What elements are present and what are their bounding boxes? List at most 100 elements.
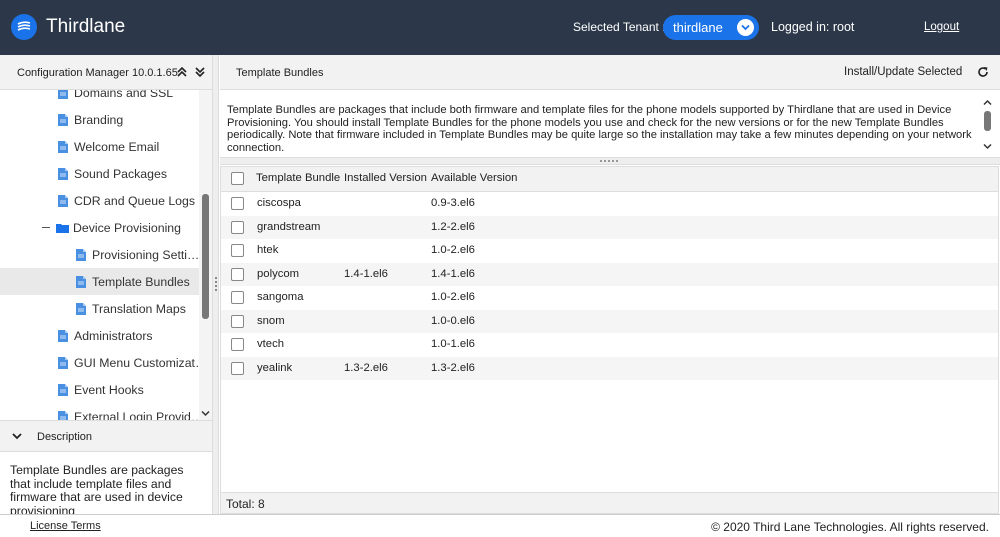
tree-item[interactable]: CDR and Queue Logs bbox=[0, 187, 199, 214]
page-footer: License Terms © 2020 Third Lane Technolo… bbox=[0, 514, 1000, 537]
table-row[interactable]: ciscospa 0.9-3.el6 bbox=[221, 192, 998, 216]
column-header-bundle[interactable]: Template Bundle bbox=[256, 172, 340, 184]
folder-icon bbox=[56, 223, 69, 233]
document-icon bbox=[76, 248, 86, 261]
table-row[interactable]: grandstream 1.2-2.el6 bbox=[221, 215, 998, 239]
intro-text: Template Bundles are packages that inclu… bbox=[227, 104, 972, 154]
tenant-select[interactable]: thirdlane bbox=[663, 15, 759, 40]
expand-all-icon[interactable] bbox=[195, 66, 205, 78]
document-icon bbox=[58, 410, 68, 420]
available-version: 1.0-2.el6 bbox=[431, 244, 475, 256]
tree-item[interactable]: Domains and SSL bbox=[0, 90, 199, 106]
tree-item-label: Device Provisioning bbox=[73, 220, 181, 235]
row-checkbox[interactable] bbox=[231, 338, 244, 351]
installed-version: 1.4-1.el6 bbox=[344, 267, 388, 280]
scroll-down-icon[interactable] bbox=[983, 143, 992, 150]
document-icon bbox=[58, 167, 68, 180]
tree-item[interactable]: Welcome Email bbox=[0, 133, 199, 160]
available-version: 1.0-1.el6 bbox=[431, 338, 475, 350]
collapse-all-icon[interactable] bbox=[177, 66, 187, 78]
row-checkbox[interactable] bbox=[231, 197, 244, 210]
available-version: 1.0-2.el6 bbox=[431, 291, 475, 303]
table-row[interactable]: snom 1.0-0.el6 bbox=[221, 309, 998, 333]
install-update-button[interactable]: Install/Update Selected bbox=[844, 66, 962, 78]
row-checkbox[interactable] bbox=[231, 244, 244, 257]
scroll-down-icon[interactable] bbox=[201, 410, 210, 417]
section-splitter[interactable] bbox=[220, 157, 1000, 165]
bundles-table: Template Bundle Installed Version Availa… bbox=[220, 166, 999, 493]
table-row[interactable]: yealink 1.3-2.el6 1.3-2.el6 bbox=[221, 356, 998, 380]
row-checkbox[interactable] bbox=[231, 267, 244, 281]
main-header: Template Bundles Install/Update Selected bbox=[220, 55, 1000, 90]
available-version: 1.2-2.el6 bbox=[431, 220, 475, 233]
document-icon bbox=[58, 194, 68, 207]
tree-item[interactable]: Device Provisioning bbox=[0, 214, 199, 241]
left-panel-header: Configuration Manager 10.0.1.65 bbox=[0, 55, 212, 90]
table-row[interactable]: sangoma 1.0-2.el6 bbox=[221, 286, 998, 310]
scroll-up-icon[interactable] bbox=[983, 99, 992, 106]
tenant-label: Selected Tenant : bbox=[573, 20, 666, 34]
thirdlane-logo-icon bbox=[11, 14, 37, 40]
tree-item[interactable]: Branding bbox=[0, 106, 199, 133]
table-row[interactable]: htek 1.0-2.el6 bbox=[221, 239, 998, 263]
tree-item[interactable]: Administrators bbox=[0, 322, 199, 349]
collapse-icon[interactable] bbox=[42, 227, 50, 228]
select-all-checkbox[interactable] bbox=[231, 172, 244, 185]
tree-item[interactable]: Translation Maps bbox=[0, 295, 199, 322]
row-checkbox[interactable] bbox=[231, 291, 244, 304]
navigation-tree: Domains and SSL Branding Welcome Email Soun… bbox=[0, 90, 212, 420]
document-icon bbox=[76, 302, 86, 315]
tree-item-label: External Login Provid… bbox=[74, 409, 204, 421]
tenant-value: thirdlane bbox=[673, 20, 723, 35]
tree-item[interactable]: External Login Provid… bbox=[0, 403, 203, 420]
bundle-name: htek bbox=[257, 244, 279, 256]
document-icon bbox=[58, 140, 68, 153]
description-text: Template Bundles are packages that inclu… bbox=[10, 463, 184, 518]
bundle-name: yealink bbox=[257, 361, 293, 374]
column-header-installed[interactable]: Installed Version bbox=[344, 172, 427, 184]
description-title: Description bbox=[37, 431, 93, 443]
panel-resizer[interactable] bbox=[212, 55, 219, 514]
tree-item[interactable]: Event Hooks bbox=[0, 376, 199, 403]
row-checkbox[interactable] bbox=[231, 314, 244, 328]
tree-item-label: Translation Maps bbox=[92, 301, 186, 316]
app-title: Thirdlane bbox=[46, 16, 126, 37]
chevron-down-icon bbox=[12, 433, 22, 440]
tree-item-label: GUI Menu Customizat… bbox=[74, 355, 208, 370]
bundle-name: ciscospa bbox=[257, 197, 301, 209]
intro-scrollbar-thumb[interactable] bbox=[984, 111, 991, 131]
tree-item-label: Sound Packages bbox=[74, 166, 167, 181]
table-header: Template Bundle Installed Version Availa… bbox=[221, 167, 998, 192]
tree-item-label: CDR and Queue Logs bbox=[74, 193, 195, 208]
tree-item-label: Domains and SSL bbox=[74, 90, 174, 100]
bundle-name: sangoma bbox=[257, 291, 304, 303]
row-checkbox[interactable] bbox=[231, 361, 244, 375]
available-version: 0.9-3.el6 bbox=[431, 197, 475, 209]
document-icon bbox=[58, 113, 68, 126]
document-icon bbox=[58, 329, 68, 342]
column-header-available[interactable]: Available Version bbox=[431, 172, 517, 184]
table-row[interactable]: polycom 1.4-1.el6 1.4-1.el6 bbox=[221, 262, 998, 286]
intro-scrollbar[interactable] bbox=[981, 95, 995, 155]
total-count: Total: 8 bbox=[226, 497, 265, 511]
tree-item[interactable]: Provisioning Setti… bbox=[0, 241, 199, 268]
logout-link[interactable]: Logout bbox=[924, 21, 959, 33]
row-checkbox[interactable] bbox=[231, 220, 244, 234]
tree-scrollbar[interactable] bbox=[199, 90, 212, 420]
tree-scrollbar-thumb[interactable] bbox=[202, 194, 209, 319]
bundle-name: snom bbox=[257, 314, 285, 327]
bundle-name: vtech bbox=[257, 338, 285, 350]
tree-item-label: Event Hooks bbox=[74, 382, 144, 397]
refresh-icon[interactable] bbox=[977, 66, 989, 78]
description-header[interactable]: Description bbox=[0, 420, 212, 452]
document-icon bbox=[58, 356, 68, 369]
license-terms-link[interactable]: License Terms bbox=[30, 520, 101, 532]
table-row[interactable]: vtech 1.0-1.el6 bbox=[221, 333, 998, 357]
chevron-down-icon bbox=[737, 19, 754, 36]
document-icon bbox=[76, 275, 86, 288]
tree-item-label: Administrators bbox=[74, 328, 153, 343]
bundle-name: grandstream bbox=[257, 220, 321, 233]
tree-item[interactable]: Template Bundles bbox=[0, 268, 199, 295]
tree-item[interactable]: Sound Packages bbox=[0, 160, 199, 187]
tree-item[interactable]: GUI Menu Customizat… bbox=[0, 349, 207, 376]
